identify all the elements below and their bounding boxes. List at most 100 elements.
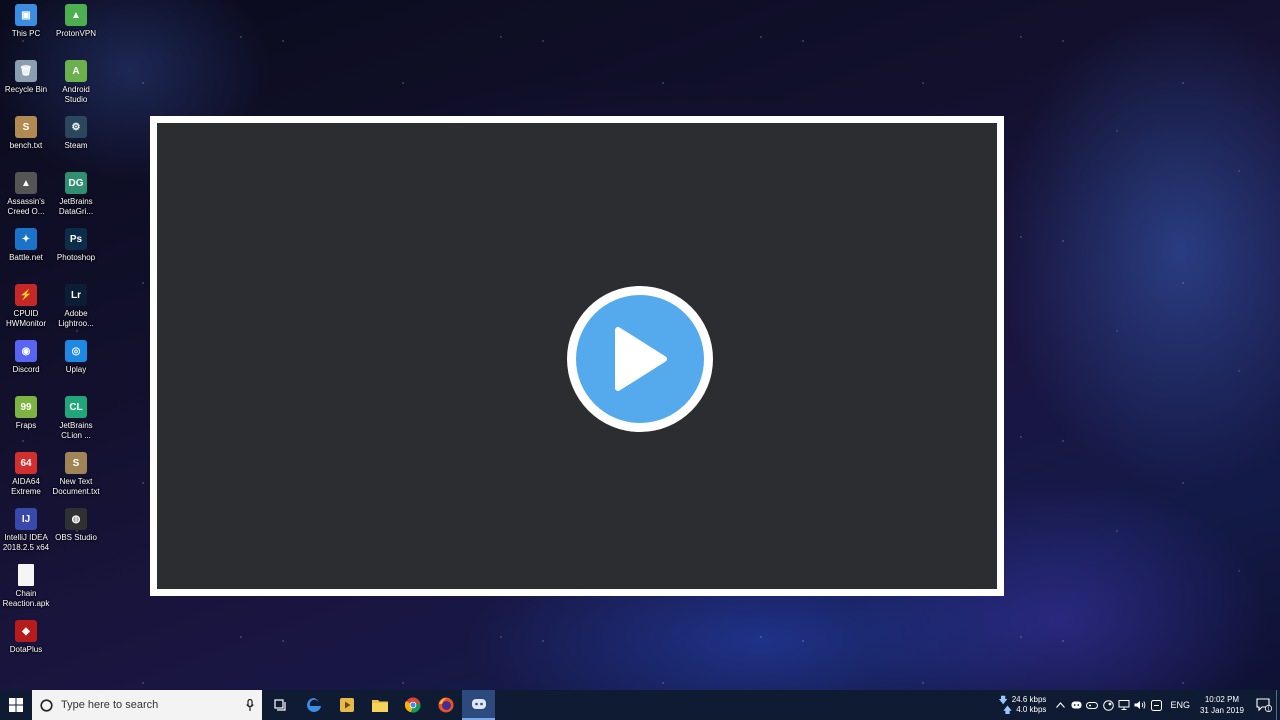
app-icon: ⚙ bbox=[65, 116, 87, 138]
upload-speed: 4.0 kbps bbox=[1016, 705, 1047, 714]
desktop-icon[interactable]: ◎ Uplay bbox=[50, 336, 102, 392]
discord-tray-icon bbox=[1071, 701, 1082, 709]
system-tray: 🡇 24.6 kbps 🡅 4.0 kbps ENG 10:02 PM 31 J… bbox=[998, 690, 1280, 720]
desktop-icon-label: bench.txt bbox=[9, 141, 43, 150]
desktop-icon[interactable]: S New Text Document.txt bbox=[50, 448, 102, 504]
desktop-icon[interactable]: A Android Studio bbox=[50, 56, 102, 112]
task-view-button[interactable] bbox=[264, 690, 297, 720]
edge-icon bbox=[306, 698, 321, 712]
microphone-icon[interactable] bbox=[246, 698, 254, 712]
network-speed: 🡇 24.6 kbps 🡅 4.0 kbps bbox=[998, 695, 1046, 715]
desktop-icon[interactable]: 64 AIDA64 Extreme bbox=[0, 448, 52, 504]
chevron-up-icon bbox=[1056, 702, 1065, 708]
desktop-icon[interactable]: ▲ ProtonVPN bbox=[50, 0, 102, 56]
app-icon: ▲ bbox=[15, 172, 37, 194]
taskbar-search[interactable] bbox=[32, 690, 262, 720]
desktop-icon[interactable]: ◍ OBS Studio bbox=[50, 504, 102, 560]
desktop-icon-label: Android Studio bbox=[62, 85, 90, 104]
windows-icon bbox=[9, 698, 23, 712]
desktop-icon[interactable]: Sbench.txt bbox=[0, 112, 52, 168]
desktop-icon[interactable]: Chain Reaction.apk bbox=[0, 560, 52, 616]
app-icon: 🗑 bbox=[15, 60, 37, 82]
desktop-icon[interactable]: ✦ Battle.net bbox=[0, 224, 52, 280]
notification-icon: 1 bbox=[1256, 698, 1272, 712]
discord-button[interactable] bbox=[462, 690, 495, 720]
app-icon: CL bbox=[65, 396, 87, 418]
play-button-circle[interactable] bbox=[576, 295, 704, 423]
file-explorer-button[interactable] bbox=[363, 690, 396, 720]
firefox-icon bbox=[438, 697, 453, 713]
desktop-icon[interactable]: CL JetBrains CLion ... bbox=[50, 392, 102, 448]
task-view-icon bbox=[273, 699, 286, 711]
clock[interactable]: 10:02 PM 31 Jan 2019 bbox=[1200, 694, 1244, 716]
desktop-icon-label: OBS Studio bbox=[55, 533, 97, 542]
desktop-icon[interactable]: ⚡ CPUID HWMonitor bbox=[0, 280, 52, 336]
download-arrow-icon: 🡇 bbox=[998, 695, 1008, 705]
tray-app-button[interactable] bbox=[1148, 690, 1164, 720]
app-icon: ◎ bbox=[65, 340, 87, 362]
app-icon bbox=[18, 564, 34, 586]
volume-icon bbox=[1134, 701, 1146, 709]
notification-count: 1 bbox=[1267, 706, 1270, 712]
desktop-icon[interactable]: ▣ This PC bbox=[0, 0, 52, 56]
play-icon bbox=[615, 327, 667, 391]
media-player-button[interactable] bbox=[330, 690, 363, 720]
app-icon: DG bbox=[65, 172, 87, 194]
desktop-icon-label: ProtonVPN bbox=[55, 29, 97, 38]
video-player[interactable] bbox=[150, 116, 1004, 596]
network-button[interactable] bbox=[1116, 690, 1132, 720]
download-speed: 24.6 kbps bbox=[1011, 695, 1047, 704]
tray-discord-button[interactable] bbox=[1068, 690, 1084, 720]
show-hidden-icons-button[interactable] bbox=[1052, 690, 1068, 720]
app-icon: S bbox=[65, 452, 87, 474]
desktop-icon[interactable]: Lr Adobe Lightroo... bbox=[50, 280, 102, 336]
app-icon: S bbox=[15, 116, 37, 138]
desktop-icon[interactable]: ◆ DotaPlus bbox=[0, 616, 52, 672]
desktop-icon[interactable]: ▲ Assassin's Creed O... bbox=[0, 168, 52, 224]
video-screen[interactable] bbox=[157, 123, 997, 589]
desktop-icon-label: Battle.net bbox=[9, 253, 43, 262]
desktop-icon-label: Steam bbox=[64, 141, 88, 150]
play-button[interactable] bbox=[567, 286, 713, 432]
app-icon: ▣ bbox=[15, 4, 37, 26]
media-player-icon bbox=[339, 698, 354, 712]
folder-icon bbox=[371, 699, 388, 712]
upload-arrow-icon: 🡅 bbox=[1002, 705, 1013, 715]
desktop-icon-label: JetBrains DataGri... bbox=[58, 197, 94, 216]
chrome-button[interactable] bbox=[396, 690, 429, 720]
desktop-icon-label: Recycle Bin bbox=[4, 85, 48, 94]
app-icon: ◆ bbox=[15, 620, 37, 642]
desktop-icon[interactable]: DG JetBrains DataGri... bbox=[50, 168, 102, 224]
desktop-icon-label: Chain Reaction.apk bbox=[2, 589, 50, 608]
desktop-icon[interactable]: IJ IntelliJ IDEA 2018.2.5 x64 bbox=[0, 504, 52, 560]
tray-gamepad-button[interactable] bbox=[1084, 690, 1100, 720]
desktop-icon-label: Adobe Lightroo... bbox=[58, 309, 94, 328]
steam-tray-icon bbox=[1103, 699, 1114, 711]
app-icon: ⚡ bbox=[15, 284, 37, 306]
desktop-icon-label: JetBrains CLion ... bbox=[59, 421, 93, 440]
volume-button[interactable] bbox=[1132, 690, 1148, 720]
desktop-icon[interactable]: ⚙ Steam bbox=[50, 112, 102, 168]
desktop-icon[interactable]: 99 Fraps bbox=[0, 392, 52, 448]
desktop-icon-label: Discord bbox=[12, 365, 40, 374]
desktop-icon[interactable]: 🗑 Recycle Bin bbox=[0, 56, 52, 112]
clock-date: 31 Jan 2019 bbox=[1199, 706, 1244, 715]
tray-steam-button[interactable] bbox=[1100, 690, 1116, 720]
desktop-icon[interactable]: Ps Photoshop bbox=[50, 224, 102, 280]
desktop-icon-label: This PC bbox=[11, 29, 41, 38]
language-indicator[interactable]: ENG bbox=[1170, 700, 1190, 710]
desktop-icon[interactable]: ◉ Discord bbox=[0, 336, 52, 392]
desktop-icon-label: Uplay bbox=[65, 365, 87, 374]
search-input[interactable] bbox=[61, 699, 238, 711]
app-icon: ◉ bbox=[15, 340, 37, 362]
action-center-button[interactable]: 1 bbox=[1252, 690, 1276, 720]
taskbar: 🡇 24.6 kbps 🡅 4.0 kbps EN bbox=[0, 690, 1280, 720]
app-icon: ◍ bbox=[65, 508, 87, 530]
network-icon bbox=[1118, 700, 1130, 710]
start-button[interactable] bbox=[0, 690, 32, 720]
show-desktop-button[interactable] bbox=[1276, 690, 1280, 720]
app-tray-icon bbox=[1150, 699, 1162, 711]
firefox-button[interactable] bbox=[429, 690, 462, 720]
edge-button[interactable] bbox=[297, 690, 330, 720]
discord-icon bbox=[471, 699, 486, 709]
